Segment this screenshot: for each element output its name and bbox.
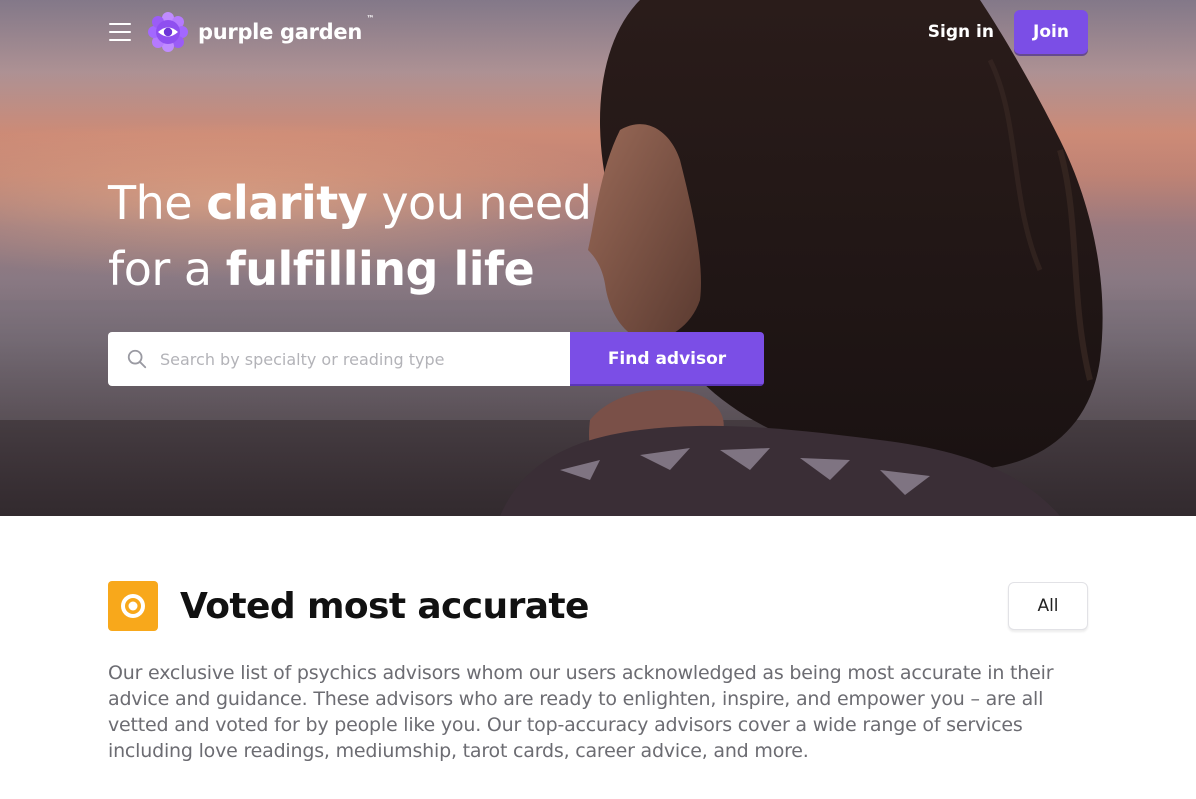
advisor-search-bar: Find advisor	[108, 332, 764, 386]
all-filter-button[interactable]: All	[1008, 582, 1088, 630]
target-icon	[121, 594, 145, 618]
search-icon	[127, 349, 147, 369]
section-title: Voted most accurate	[180, 585, 589, 627]
eye-logo-icon	[148, 12, 188, 52]
headline-text: you need	[367, 176, 592, 230]
section-title-group: Voted most accurate	[108, 581, 589, 631]
voted-most-accurate-section: Voted most accurate All Our exclusive li…	[108, 580, 1088, 764]
trademark-symbol: ™	[366, 14, 375, 23]
section-header: Voted most accurate All	[108, 580, 1088, 632]
search-field-wrapper	[108, 332, 570, 386]
section-description: Our exclusive list of psychics advisors …	[108, 662, 1054, 762]
brand-name: purple garden ™	[198, 14, 374, 44]
hero-headline: The clarity you need for a fulfilling li…	[108, 170, 592, 302]
headline-text: The	[108, 176, 207, 230]
section-badge	[108, 581, 158, 631]
sign-in-link[interactable]: Sign in	[928, 22, 994, 42]
top-navigation: purple garden ™ Sign in Join	[108, 10, 1088, 54]
nav-left-group: purple garden ™	[108, 12, 374, 52]
nav-right-group: Sign in Join	[928, 10, 1088, 54]
headline-emphasis: fulfilling life	[225, 242, 535, 296]
join-button[interactable]: Join	[1014, 10, 1088, 54]
find-advisor-button[interactable]: Find advisor	[570, 332, 764, 386]
headline-text: for a	[108, 242, 226, 296]
hero-banner: purple garden ™ Sign in Join The clarity …	[0, 0, 1196, 516]
search-input[interactable]	[160, 349, 540, 369]
headline-emphasis: clarity	[206, 176, 368, 230]
brand-name-text: purple garden	[198, 20, 363, 44]
hamburger-menu-icon[interactable]	[108, 21, 132, 43]
brand-logo[interactable]: purple garden ™	[148, 12, 374, 52]
